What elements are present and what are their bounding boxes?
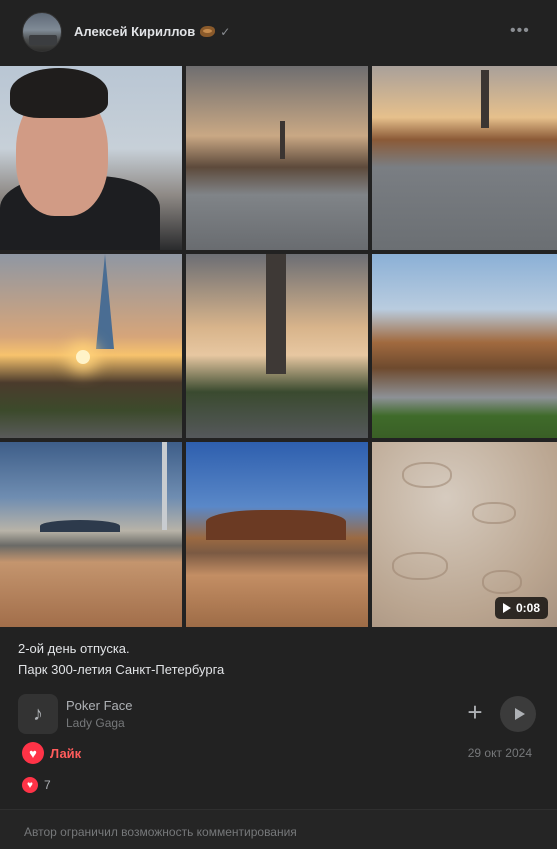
photo-tower (280, 121, 285, 159)
photo-treeline (206, 510, 346, 540)
music-note-icon: ♪ (18, 694, 58, 734)
photo-tile-6[interactable] (372, 254, 557, 438)
author-name-row[interactable]: Алексей Кириллов ✓ (74, 24, 230, 39)
photo-tile-4[interactable] (0, 254, 182, 438)
hedgehog-emoji-icon (200, 26, 216, 37)
photo-footprint (472, 502, 516, 524)
reactions-summary[interactable]: ♥ 7 (22, 777, 51, 793)
more-horizontal-icon[interactable]: ••• (510, 22, 530, 40)
comments-disabled-text: Автор ограничил возможность комментирова… (24, 825, 297, 839)
photo-tile-8[interactable] (186, 442, 368, 627)
photo-tile-7[interactable] (0, 442, 182, 627)
heart-icon: ♥ (22, 777, 38, 793)
post-header: Алексей Кириллов ✓ ••• (0, 0, 557, 64)
photo-grid: 0:08 (0, 66, 557, 627)
photo-tower (266, 254, 286, 374)
author-avatar[interactable] (22, 12, 62, 52)
reactions-count: 7 (44, 778, 51, 792)
photo-tile-3[interactable] (372, 66, 557, 250)
author-name[interactable]: Алексей Кириллов (74, 24, 195, 39)
photo-stadium (40, 520, 120, 532)
photo-footprint (392, 552, 448, 580)
photo-tile-2[interactable] (186, 66, 368, 250)
track-title[interactable]: Poker Face (66, 698, 132, 713)
photo-sun (76, 350, 90, 364)
video-tile[interactable]: 0:08 (372, 442, 557, 627)
plus-icon[interactable]: + (462, 699, 488, 726)
like-label: Лайк (50, 745, 82, 761)
post-text-line-2: Парк 300-летия Санкт-Петербурга (18, 662, 225, 677)
play-button[interactable] (500, 696, 536, 732)
audio-attachment[interactable]: ♪ Poker Face Lady Gaga + (18, 694, 539, 734)
track-artist[interactable]: Lady Gaga (66, 716, 125, 730)
video-duration: 0:08 (515, 601, 540, 615)
heart-icon: ♥ (22, 742, 44, 764)
like-button[interactable]: ♥ Лайк (22, 742, 81, 764)
post-text-line-1: 2-ой день отпуска. (18, 641, 130, 656)
check-icon: ✓ (220, 24, 231, 39)
photo-tile-5[interactable] (186, 254, 368, 438)
photo-hair (10, 68, 108, 118)
photo-footprint (482, 570, 522, 594)
photo-mast (162, 442, 167, 530)
play-icon (502, 603, 511, 613)
play-icon (514, 708, 525, 720)
post-date[interactable]: 29 окт 2024 (468, 746, 532, 760)
photo-tower (481, 70, 489, 128)
post-card: Алексей Кириллов ✓ ••• 0:08 2-ой день от… (0, 0, 557, 849)
post-text: 2-ой день отпуска. Парк 300-летия Санкт-… (18, 638, 224, 680)
video-duration-badge: 0:08 (494, 597, 548, 619)
photo-tile-1[interactable] (0, 66, 182, 250)
photo-footprint (402, 462, 452, 488)
comments-footer: Автор ограничил возможность комментирова… (0, 809, 557, 849)
photo-spire (96, 254, 114, 349)
